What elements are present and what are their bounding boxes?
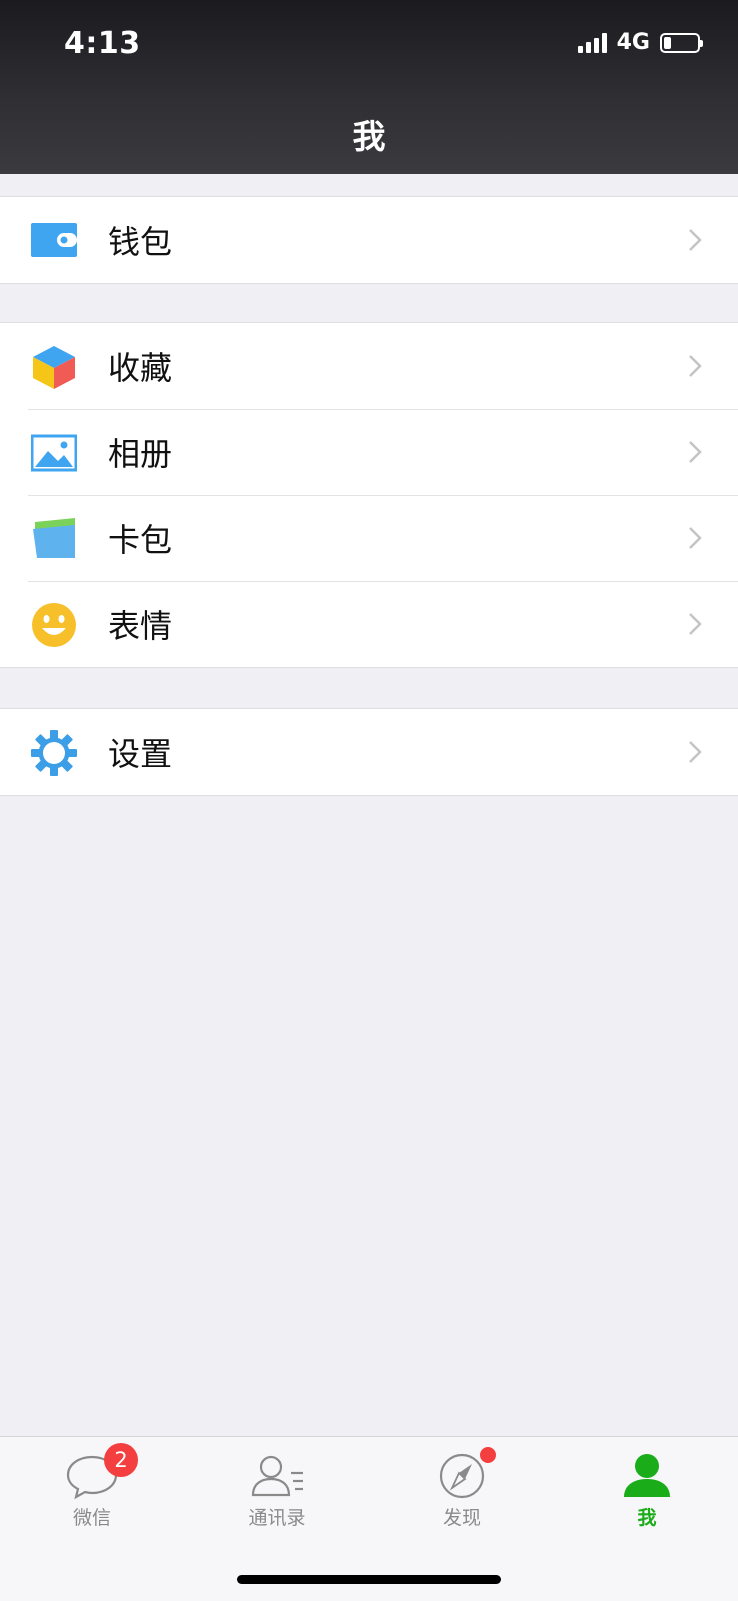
- battery-level: [664, 36, 671, 49]
- smiley-icon: [32, 603, 76, 647]
- page-title: 我: [352, 117, 386, 156]
- new-content-dot: [480, 1447, 496, 1463]
- album-picture-icon: [31, 434, 77, 472]
- unread-badge: 2: [104, 1443, 138, 1477]
- chevron-right-icon: [689, 355, 702, 377]
- tab-contacts[interactable]: 通讯录: [207, 1451, 347, 1530]
- menu-item-favorites[interactable]: 收藏: [0, 323, 738, 409]
- contacts-icon: [251, 1455, 303, 1497]
- chevron-right-icon: [689, 229, 702, 251]
- menu-item-album[interactable]: 相册: [0, 409, 738, 495]
- chevron-right-icon: [689, 441, 702, 463]
- status-time: 4:13: [64, 26, 141, 61]
- tab-label: 微信: [72, 1507, 111, 1529]
- menu-group-settings: 设置: [0, 708, 738, 796]
- menu-item-card-case[interactable]: 卡包: [0, 495, 738, 581]
- tab-label: 发现: [442, 1507, 481, 1529]
- tab-label: 我: [637, 1507, 657, 1529]
- menu-item-label: 设置: [108, 735, 173, 773]
- menu-item-label: 相册: [108, 435, 173, 473]
- menu-item-settings[interactable]: 设置: [0, 709, 738, 795]
- menu-item-wallet[interactable]: 钱包: [0, 197, 738, 283]
- tab-label: 通讯录: [248, 1507, 306, 1529]
- menu-group-wallet: 钱包: [0, 196, 738, 284]
- status-indicators: 4G: [577, 30, 703, 55]
- wallet-icon: [31, 223, 77, 257]
- chevron-right-icon: [689, 527, 702, 549]
- gear-icon: [31, 730, 77, 776]
- menu-item-label: 钱包: [108, 223, 173, 261]
- favorites-cube-icon: [33, 346, 75, 389]
- chevron-right-icon: [689, 613, 702, 635]
- person-icon: [624, 1454, 670, 1497]
- signal-icon: [577, 32, 607, 53]
- tab-discover[interactable]: 发现: [392, 1447, 532, 1530]
- menu-item-stickers[interactable]: 表情: [0, 581, 738, 667]
- top-bar: 4:13 4G 我: [0, 0, 738, 174]
- card-case-icon: [33, 518, 75, 558]
- menu-item-label: 表情: [108, 607, 173, 645]
- tab-chats[interactable]: 2 微信: [22, 1443, 162, 1530]
- menu-item-label: 收藏: [108, 349, 173, 387]
- menu-item-label: 卡包: [108, 521, 173, 559]
- menu-group-content: 收藏 相册 卡包 表情: [0, 322, 738, 668]
- home-indicator[interactable]: [237, 1575, 501, 1584]
- chevron-right-icon: [689, 741, 702, 763]
- battery-icon: [660, 32, 703, 53]
- tab-me[interactable]: 我: [577, 1451, 717, 1530]
- network-type: 4G: [616, 30, 650, 55]
